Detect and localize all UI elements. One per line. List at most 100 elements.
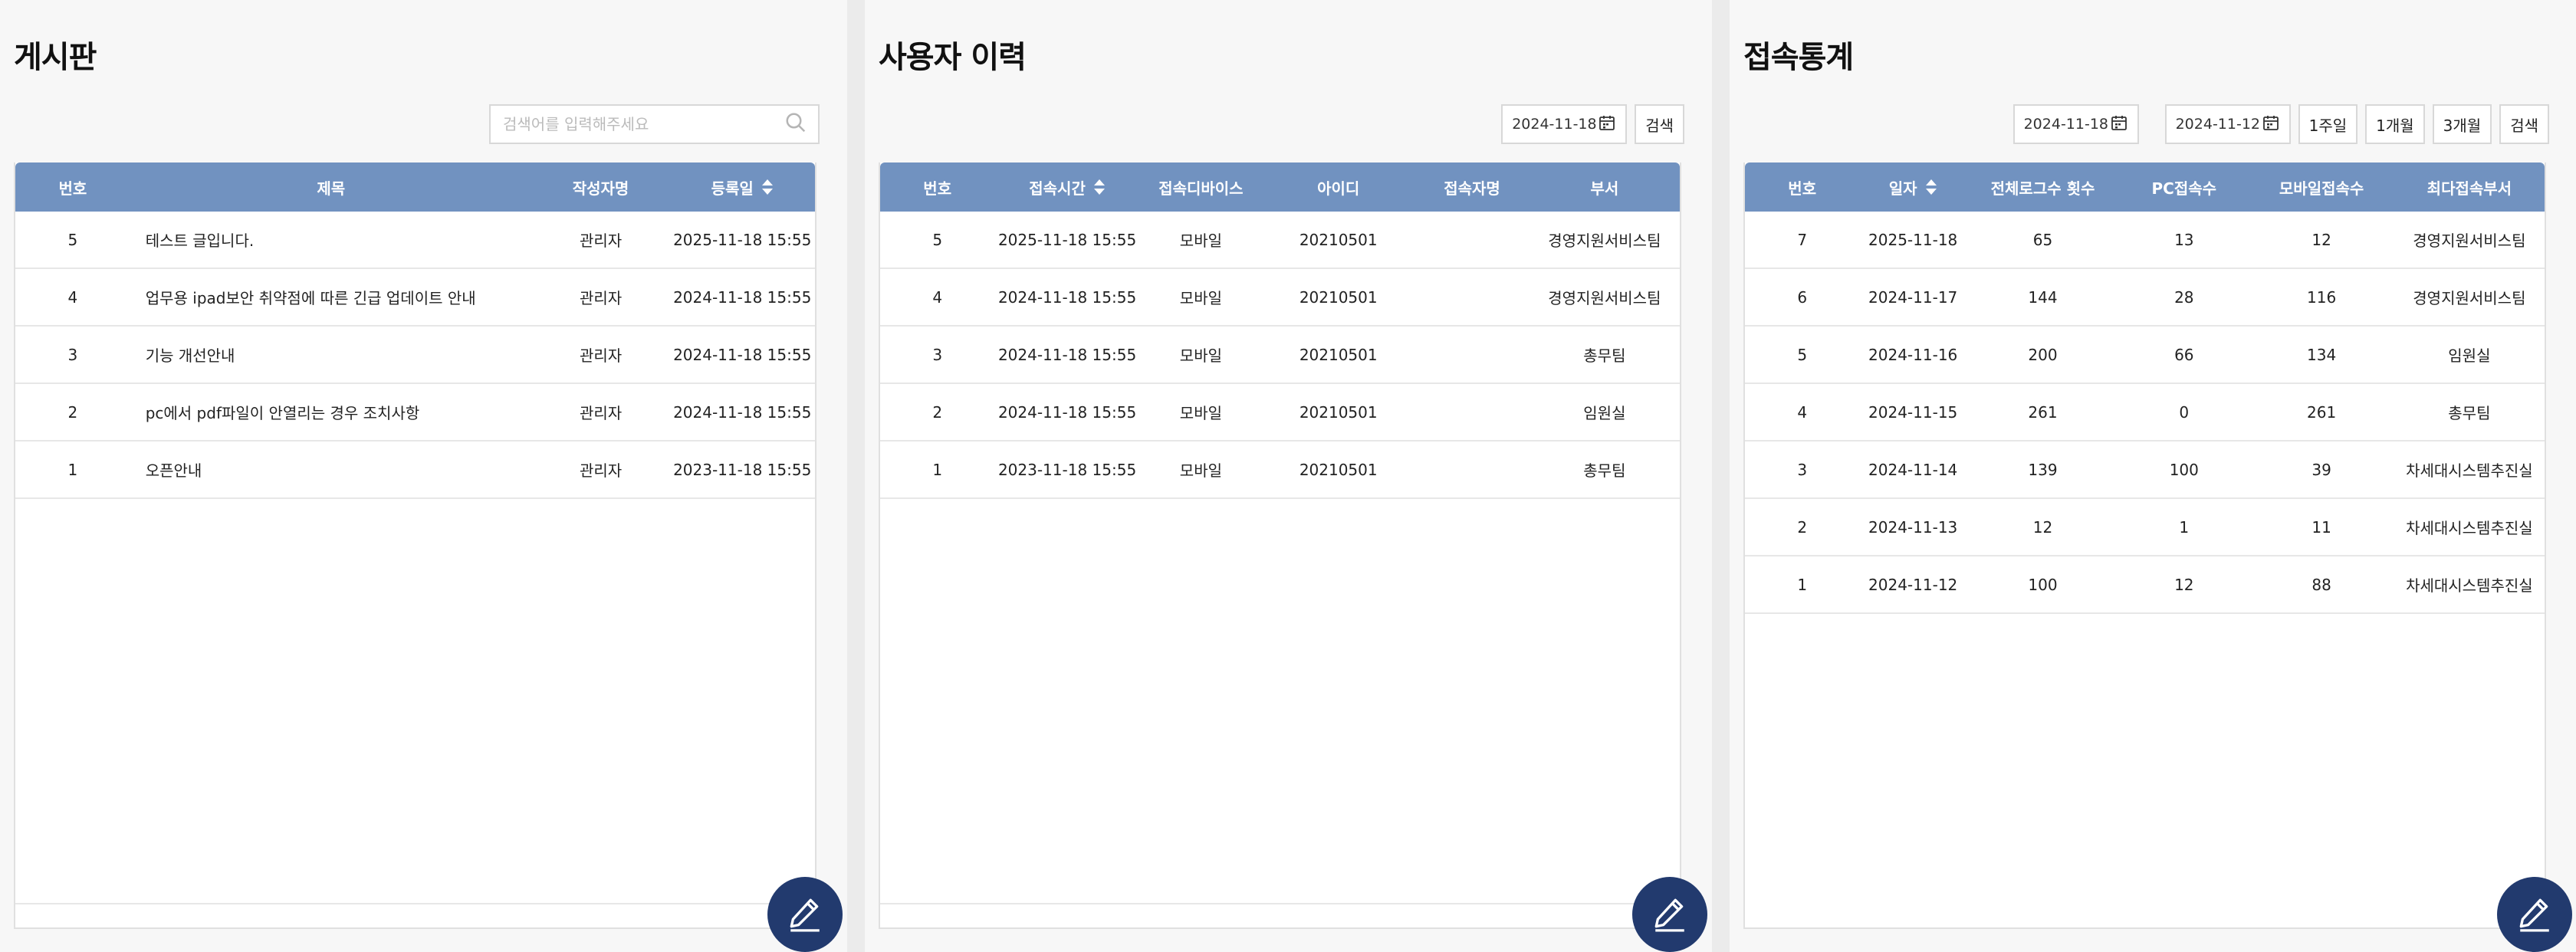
history-table-body: 5 2025-11-18 15:55 모바일 20210501 경영지원서비스팀… — [880, 212, 1680, 499]
cell-author: 관리자 — [579, 289, 623, 307]
table-row[interactable]: 1 2023-11-18 15:55 모바일 20210501 총무팀 — [880, 442, 1680, 499]
col-header-no: 번호 — [923, 179, 952, 198]
sort-icon[interactable] — [1925, 178, 1937, 196]
col-header-author: 작성자명 — [572, 179, 629, 198]
cell-no: 5 — [67, 230, 78, 249]
range-1month-button[interactable]: 1개월 — [2365, 104, 2425, 144]
col-header-time[interactable]: 접속시간 — [994, 162, 1139, 212]
cell-no: 6 — [1797, 287, 1808, 307]
table-footer — [880, 903, 1680, 904]
table-row[interactable]: 2 pc에서 pdf파일이 안열리는 경우 조치사항 관리자 2024-11-1… — [15, 384, 815, 442]
history-date-value: 2024-11-18 — [1512, 116, 1597, 133]
cell-date: 2024-11-18 15:55 — [673, 345, 812, 364]
cell-mobile: 261 — [2307, 402, 2337, 422]
col-header-dept: 최다접속부서 — [2426, 179, 2512, 198]
stats-date-to-picker[interactable]: 2024-11-12 — [2164, 104, 2291, 144]
cell-date: 2024-11-13 — [1868, 517, 1958, 537]
table-row[interactable]: 4 업무용 ipad보안 취약점에 따른 긴급 업데이트 안내 관리자 2024… — [15, 269, 815, 327]
cell-dept: 총무팀 — [2448, 404, 2491, 422]
cell-date: 2024-11-16 — [1868, 345, 1958, 364]
cell-device: 모바일 — [1179, 289, 1222, 307]
stats-date-from-value: 2024-11-18 — [2023, 116, 2109, 133]
table-row[interactable]: 3 기능 개선안내 관리자 2024-11-18 15:55 — [15, 327, 815, 384]
write-post-button[interactable] — [1632, 877, 1707, 952]
table-row[interactable]: 3 2024-11-14 139 100 39 차세대시스템추진실 — [1745, 442, 2545, 499]
table-row[interactable]: 5 2024-11-16 200 66 134 임원실 — [1745, 327, 2545, 384]
cell-author: 관리자 — [579, 346, 623, 365]
history-search-button[interactable]: 검색 — [1635, 104, 1684, 144]
cell-pc: 28 — [2174, 287, 2194, 307]
col-header-pc: PC접속수 — [2151, 179, 2217, 198]
stats-table-body: 7 2025-11-18 65 13 12 경영지원서비스팀 6 2024-11… — [1745, 212, 2545, 614]
table-row[interactable]: 4 2024-11-18 15:55 모바일 20210501 경영지원서비스팀 — [880, 269, 1680, 327]
stats-search-button[interactable]: 검색 — [2499, 104, 2549, 144]
cell-dept: 총무팀 — [1583, 461, 1626, 480]
cell-title[interactable]: 테스트 글입니다. — [130, 212, 532, 268]
cell-title[interactable]: 업무용 ipad보안 취약점에 따른 긴급 업데이트 안내 — [130, 269, 532, 325]
stats-table: 번호 일자 전체로그수 횟수 PC접속수 모바일접속수 최다접속부서 7 202… — [1743, 162, 2546, 929]
edit-pencil-icon — [2515, 895, 2554, 935]
stats-table-header: 번호 일자 전체로그수 횟수 PC접속수 모바일접속수 최다접속부서 — [1745, 162, 2545, 212]
table-row[interactable]: 7 2025-11-18 65 13 12 경영지원서비스팀 — [1745, 212, 2545, 269]
range-1week-button[interactable]: 1주일 — [2298, 104, 2358, 144]
board-table-body: 5 테스트 글입니다. 관리자 2025-11-18 15:55 4 업무용 i… — [15, 212, 815, 499]
cell-mobile: 88 — [2312, 575, 2331, 594]
cell-mobile: 134 — [2307, 345, 2337, 364]
write-post-button[interactable] — [767, 877, 843, 952]
cell-title[interactable]: 오픈안내 — [130, 442, 532, 497]
cell-title[interactable]: pc에서 pdf파일이 안열리는 경우 조치사항 — [130, 384, 532, 440]
history-table-header: 번호 접속시간 접속디바이스 아이디 접속자명 부서 — [880, 162, 1680, 212]
cell-date: 2025-11-18 — [1868, 230, 1958, 249]
table-row[interactable]: 4 2024-11-15 261 0 261 총무팀 — [1745, 384, 2545, 442]
cell-mobile: 39 — [2312, 460, 2331, 479]
cell-id: 20210501 — [1299, 345, 1378, 364]
col-header-dept: 부서 — [1590, 179, 1619, 198]
sort-icon[interactable] — [1093, 178, 1106, 196]
table-row[interactable]: 6 2024-11-17 144 28 116 경영지원서비스팀 — [1745, 269, 2545, 327]
table-row[interactable]: 5 테스트 글입니다. 관리자 2025-11-18 15:55 — [15, 212, 815, 269]
search-icon[interactable] — [784, 111, 807, 137]
cell-no: 1 — [932, 460, 943, 479]
cell-date: 2024-11-14 — [1868, 460, 1958, 479]
cell-dept: 임원실 — [1583, 404, 1626, 422]
cell-date: 2024-11-17 — [1868, 287, 1958, 307]
calendar-icon[interactable] — [2262, 113, 2280, 136]
stats-date-to-value: 2024-11-12 — [2175, 116, 2261, 133]
board-search-box — [489, 104, 820, 144]
sort-icon[interactable] — [761, 178, 774, 196]
cell-id: 20210501 — [1299, 402, 1378, 422]
cell-no: 5 — [1797, 345, 1808, 364]
col-header-date[interactable]: 등록일 — [669, 162, 815, 212]
cell-id: 20210501 — [1299, 287, 1378, 307]
table-row[interactable]: 1 오픈안내 관리자 2023-11-18 15:55 — [15, 442, 815, 499]
cell-name — [1414, 327, 1529, 382]
cell-author: 관리자 — [579, 461, 623, 480]
history-date-picker[interactable]: 2024-11-18 — [1501, 104, 1628, 144]
cell-title[interactable]: 기능 개선안내 — [130, 327, 532, 382]
cell-dept: 경영지원서비스팀 — [2413, 231, 2526, 250]
range-3month-button[interactable]: 3개월 — [2432, 104, 2492, 144]
table-row[interactable]: 5 2025-11-18 15:55 모바일 20210501 경영지원서비스팀 — [880, 212, 1680, 269]
table-row[interactable]: 2 2024-11-13 12 1 11 차세대시스템추진실 — [1745, 499, 2545, 556]
board-search-input[interactable] — [503, 115, 784, 133]
cell-pc: 13 — [2174, 230, 2194, 249]
edit-pencil-icon — [786, 895, 824, 935]
table-row[interactable]: 1 2024-11-12 100 12 88 차세대시스템추진실 — [1745, 556, 2545, 614]
stats-date-from-picker[interactable]: 2024-11-18 — [2013, 104, 2139, 144]
calendar-icon[interactable] — [1598, 113, 1616, 136]
calendar-icon[interactable] — [2110, 113, 2128, 136]
edit-pencil-icon — [1651, 895, 1689, 935]
col-header-name: 접속자명 — [1444, 179, 1500, 198]
cell-date: 2024-11-18 15:55 — [673, 402, 812, 422]
cell-author: 관리자 — [579, 404, 623, 422]
cell-id: 20210501 — [1299, 460, 1378, 479]
table-row[interactable]: 3 2024-11-18 15:55 모바일 20210501 총무팀 — [880, 327, 1680, 384]
col-header-title: 제목 — [317, 179, 346, 198]
table-row[interactable]: 2 2024-11-18 15:55 모바일 20210501 임원실 — [880, 384, 1680, 442]
cell-dept: 차세대시스템추진실 — [2406, 576, 2533, 595]
cell-no: 4 — [1797, 402, 1808, 422]
write-post-button[interactable] — [2497, 877, 2572, 952]
cell-name — [1414, 384, 1529, 440]
cell-total: 65 — [2032, 230, 2053, 249]
col-header-date[interactable]: 일자 — [1859, 162, 1966, 212]
